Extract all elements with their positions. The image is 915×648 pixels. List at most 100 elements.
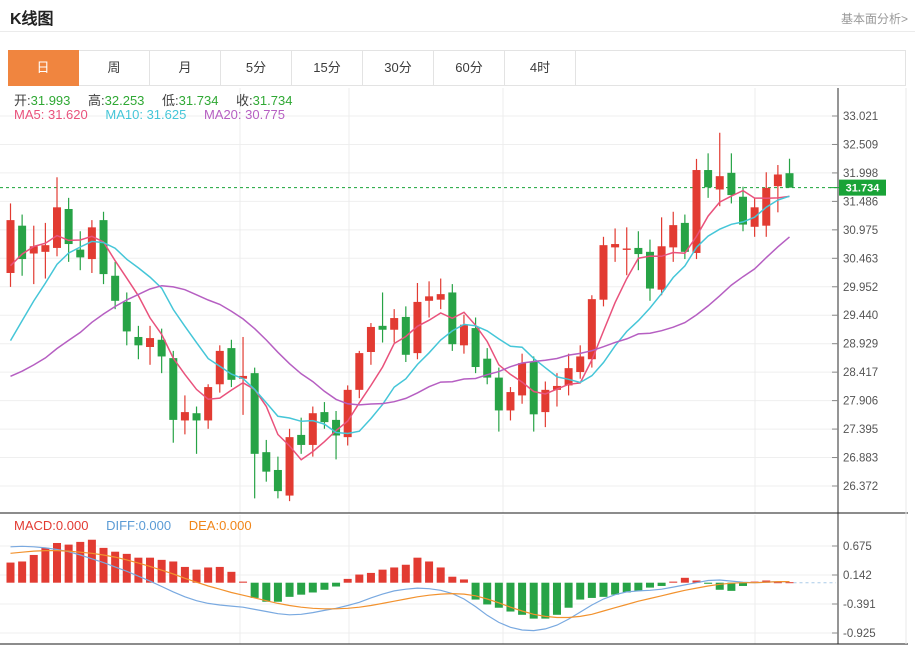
candle-body [611,244,620,248]
macd-bar [29,554,38,583]
price-axis-label: 29.952 [843,282,878,294]
candle-body [390,318,399,330]
macd-bar [669,581,678,583]
macd-bar [355,574,364,583]
price-axis-label: 27.906 [843,396,878,408]
macd-bar [343,578,352,583]
candle-body [111,275,120,301]
diff-value: 0.000 [138,518,172,533]
current-price-badge-label: 31.734 [846,183,881,195]
candle-body [622,248,631,250]
macd-label: MACD: [14,518,56,533]
ma10-value: 31.625 [146,107,187,122]
candle-body [564,368,573,386]
price-axis-label: 30.463 [843,253,878,265]
ma20-value: 30.775 [245,107,285,122]
macd-bar [308,582,317,593]
macd-bar [645,582,654,588]
macd-axis-label: 0.675 [843,541,872,553]
diff-label: DIFF: [106,518,139,533]
candle-body [157,339,166,357]
macd-bar [634,582,643,591]
macd-legend: MACD:0.000 DIFF:0.000 DEA:0.000 [14,518,266,533]
candle-body [180,412,189,421]
macd-axis-label: -0.391 [843,599,876,611]
candle-body [53,207,62,248]
open-label: 开: [14,93,31,108]
price-axis-label: 26.372 [843,481,878,493]
dea-line [10,549,790,619]
macd-bar [576,582,585,600]
price-axis-label: 28.929 [843,339,878,351]
macd-bar [169,561,178,583]
price-axis-label: 28.417 [843,367,878,379]
candle-body [425,296,434,301]
macd-bar [227,571,236,583]
candle-body [494,377,503,411]
macd-bar [704,582,713,584]
ma-legend: MA5: 31.620 MA10: 31.625 MA20: 30.775 [14,107,299,122]
macd-bar [680,577,689,583]
macd-bar [204,567,213,583]
macd-bar [483,582,492,605]
candle-body [773,174,782,187]
macd-bar [99,547,108,583]
dea-label: DEA: [188,518,220,533]
price-axis-label: 30.975 [843,225,878,237]
macd-bar [366,572,375,583]
macd-bar [320,582,329,590]
price-axis-label: 31.486 [843,196,878,208]
macd-bar [459,579,468,583]
candle-body [343,389,352,438]
candle-body [355,353,364,390]
macd-bar [180,566,189,583]
macd-axis-label: -0.925 [843,628,876,640]
candle-body [146,338,155,347]
candlestick-series [6,132,794,502]
macd-bar [448,576,457,583]
candle-body [715,176,724,190]
candle-body [436,294,445,300]
macd-bar [773,582,782,584]
macd-bar [64,544,73,583]
macd-bar [390,567,399,583]
macd-bar [134,557,143,583]
candle-body [680,222,689,252]
candle-body [727,172,736,196]
macd-bar [215,566,224,583]
macd-bar [541,582,550,619]
candle-body [169,358,178,420]
open-value: 31.993 [30,93,71,108]
macd-bar [273,582,282,602]
candle-body [704,170,713,188]
candle-body [297,434,306,445]
candle-body [308,413,317,445]
ma20-label: MA20: [203,107,242,122]
macd-bar [564,582,573,608]
macd-bar [425,561,434,583]
macd-axis-label: 0.142 [843,570,872,582]
price-axis-label: 32.509 [843,139,878,151]
price-axis-label: 27.395 [843,424,878,436]
macd-bar [413,557,422,583]
price-axis-label: 29.440 [843,310,878,322]
candle-body [41,245,50,252]
macd-bar [239,581,248,583]
dea-value: 0.000 [219,518,252,533]
macd-bar [622,582,631,593]
price-axis-label: 26.883 [843,453,878,465]
high-label: 高: [88,93,105,108]
macd-bar [122,553,131,583]
candle-body [122,301,131,332]
candle-body [366,326,375,353]
low-value: 31.734 [178,93,219,108]
macd-bar [146,557,155,583]
candle-body [378,325,387,330]
candle-body [576,356,585,373]
price-axis-label: 31.998 [843,168,878,180]
macd-bar [18,561,27,583]
macd-bar [401,564,410,583]
price-axis-label: 33.021 [843,111,878,123]
macd-bar [599,582,608,597]
macd-bar [657,582,666,586]
